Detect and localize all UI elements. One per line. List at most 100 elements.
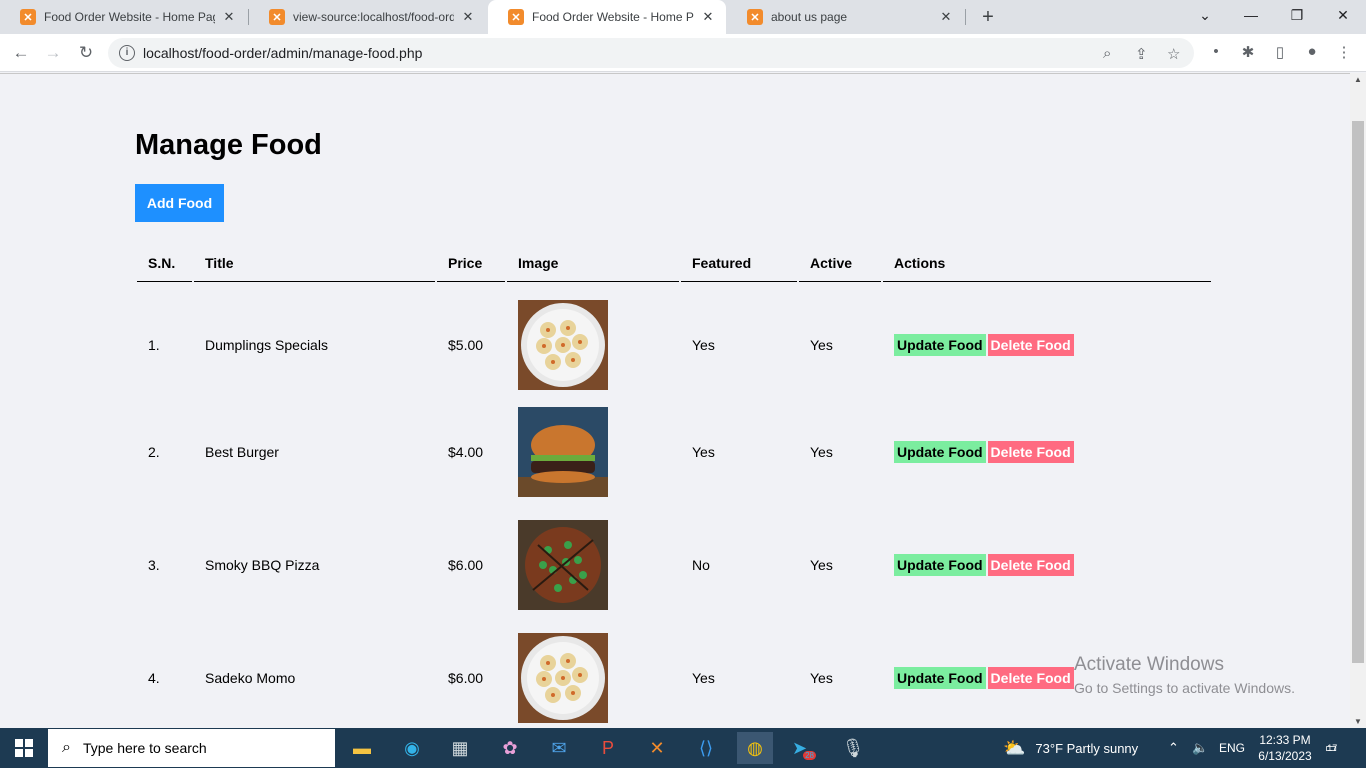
- edge-icon[interactable]: ◉: [394, 732, 430, 764]
- close-window-icon[interactable]: ✕: [1320, 0, 1366, 30]
- update-food-button[interactable]: Update Food: [894, 553, 986, 576]
- file-explorer-icon[interactable]: ▬: [344, 732, 380, 764]
- cell-title: Dumplings Specials: [205, 336, 328, 353]
- delete-food-button[interactable]: Delete Food: [987, 333, 1074, 356]
- cell-featured: Yes: [692, 669, 715, 686]
- add-food-button[interactable]: Add Food: [135, 184, 224, 222]
- browser-tab-active[interactable]: ✕ Food Order Website - Home Pag ✕: [488, 0, 726, 34]
- windows-start-icon[interactable]: [0, 728, 48, 768]
- close-tab-icon[interactable]: ✕: [700, 9, 716, 25]
- site-info-icon[interactable]: i: [119, 45, 135, 61]
- cell-title: Best Burger: [205, 443, 279, 460]
- table-row: 1. Dumplings Specials $5.00 Yes Yes Update Fo…: [137, 282, 1211, 395]
- notification-count: 17: [1327, 743, 1338, 753]
- close-tab-icon[interactable]: ✕: [460, 9, 476, 25]
- xampp-favicon-icon: ✕: [20, 9, 36, 25]
- volume-icon[interactable]: 🔈: [1192, 728, 1208, 768]
- tab-title: Food Order Website - Home Pag: [44, 10, 215, 24]
- zoom-icon[interactable]: ⌕: [1103, 45, 1111, 62]
- taskbar-search-box[interactable]: ⌕ Type here to search: [48, 729, 335, 767]
- food-table: S.N. Title Price Image Featured Active A…: [135, 244, 1213, 728]
- paint-icon[interactable]: ✿: [492, 732, 528, 764]
- update-food-button[interactable]: Update Food: [894, 666, 986, 689]
- minimize-icon[interactable]: —: [1228, 0, 1274, 30]
- browser-toolbar: ← → ↻ i localhost/food-order/admin/manag…: [0, 34, 1366, 72]
- tab-strip: ✕ Food Order Website - Home Pag ✕ ✕ view…: [0, 0, 1366, 34]
- profile-avatar-icon[interactable]: ●: [1302, 43, 1322, 60]
- delete-food-button[interactable]: Delete Food: [987, 440, 1074, 463]
- cell-price: $5.00: [448, 336, 484, 353]
- weather-text: 73°F Partly sunny: [1035, 740, 1139, 756]
- update-food-button[interactable]: Update Food: [894, 333, 986, 356]
- column-header-active: Active: [799, 244, 881, 282]
- delete-food-button[interactable]: Delete Food: [987, 553, 1074, 576]
- cell-sn: 3.: [148, 556, 160, 573]
- cell-actions: Update Food Delete Food: [883, 282, 1211, 395]
- browser-tab[interactable]: ✕ about us page ✕: [727, 0, 964, 34]
- vscode-icon[interactable]: ⟨⟩: [688, 732, 724, 764]
- tab-title: view-source:localhost/food-orde: [293, 10, 454, 24]
- weather-widget[interactable]: ⛅ 73°F Partly sunny: [1003, 728, 1138, 768]
- new-tab-icon[interactable]: +: [976, 5, 1000, 29]
- notification-center-icon[interactable]: ▭ 17: [1325, 728, 1337, 768]
- extensions-puzzle-icon[interactable]: ✱: [1238, 43, 1258, 61]
- browser-tab[interactable]: ✕ view-source:localhost/food-orde ✕: [249, 0, 486, 34]
- column-header-title: Title: [194, 244, 435, 282]
- restore-icon[interactable]: ❐: [1274, 0, 1320, 30]
- address-bar[interactable]: i localhost/food-order/admin/manage-food…: [108, 38, 1194, 68]
- menu-kebab-icon[interactable]: ⋮: [1334, 43, 1354, 61]
- microphone-icon[interactable]: 🎙: [835, 732, 871, 764]
- back-icon[interactable]: ←: [9, 41, 33, 65]
- xampp-icon[interactable]: ✕: [639, 732, 675, 764]
- powerpoint-icon[interactable]: P: [590, 732, 626, 764]
- cell-price: $6.00: [448, 556, 484, 573]
- extension-dot-icon[interactable]: •: [1206, 43, 1226, 60]
- tab-title: Food Order Website - Home Pag: [532, 10, 694, 24]
- scroll-up-icon[interactable]: ▲: [1350, 75, 1366, 84]
- telegram-badge: 28: [803, 750, 816, 760]
- store-icon[interactable]: ▦: [442, 732, 478, 764]
- xampp-favicon-icon: ✕: [508, 9, 524, 25]
- page-scrollbar[interactable]: ▲ ▼: [1350, 73, 1366, 728]
- forward-icon[interactable]: →: [41, 41, 65, 65]
- cell-image: [507, 282, 679, 395]
- cell-featured: Yes: [692, 443, 715, 460]
- tab-search-icon[interactable]: ⌄: [1182, 0, 1228, 30]
- xampp-favicon-icon: ✕: [269, 9, 285, 25]
- cell-active: Yes: [810, 336, 833, 353]
- telegram-icon[interactable]: ➤ 28: [786, 732, 822, 764]
- column-header-image: Image: [507, 244, 679, 282]
- browser-tab[interactable]: ✕ Food Order Website - Home Pag ✕: [0, 0, 247, 34]
- delete-food-button[interactable]: Delete Food: [987, 666, 1074, 689]
- language-indicator[interactable]: ENG: [1219, 728, 1245, 768]
- reload-icon[interactable]: ↻: [74, 41, 98, 65]
- mail-icon[interactable]: ✉: [541, 732, 577, 764]
- cell-active: Yes: [810, 556, 833, 573]
- clock-time: 12:33 PM: [1259, 733, 1311, 747]
- update-food-button[interactable]: Update Food: [894, 440, 986, 463]
- scrollbar-thumb[interactable]: [1352, 121, 1364, 663]
- chrome-icon[interactable]: ◍: [737, 732, 773, 764]
- clock[interactable]: 12:33 PM 6/13/2023: [1255, 728, 1315, 768]
- close-tab-icon[interactable]: ✕: [938, 9, 954, 25]
- url-text[interactable]: localhost/food-order/admin/manage-food.p…: [143, 45, 422, 61]
- column-header-actions: Actions: [883, 244, 1211, 282]
- cell-image: [507, 508, 679, 621]
- food-image: [518, 299, 668, 390]
- table-header-row: S.N. Title Price Image Featured Active A…: [137, 244, 1211, 282]
- cell-actions: Update Food Delete Food: [883, 395, 1211, 508]
- partly-sunny-icon: ⛅: [1003, 737, 1026, 758]
- scroll-down-icon[interactable]: ▼: [1350, 717, 1366, 726]
- xampp-favicon-icon: ✕: [747, 9, 763, 25]
- watermark-subtitle: Go to Settings to activate Windows.: [1074, 680, 1295, 696]
- close-tab-icon[interactable]: ✕: [221, 9, 237, 25]
- table-row: 2. Best Burger $4.00 Yes Yes Update Food Delet…: [137, 395, 1211, 508]
- cell-title: Smoky BBQ Pizza: [205, 556, 320, 573]
- show-hidden-icons-icon[interactable]: ⌃: [1168, 728, 1179, 768]
- table-row: 3. Smoky BBQ Pizza $6.00 No Yes Update Food De…: [137, 508, 1211, 621]
- bookmark-star-icon[interactable]: ☆: [1167, 45, 1180, 63]
- share-icon[interactable]: ⇪: [1135, 45, 1148, 63]
- cell-sn: 1.: [148, 336, 160, 353]
- tab-divider: [965, 9, 966, 25]
- side-panel-icon[interactable]: ▯: [1270, 43, 1290, 61]
